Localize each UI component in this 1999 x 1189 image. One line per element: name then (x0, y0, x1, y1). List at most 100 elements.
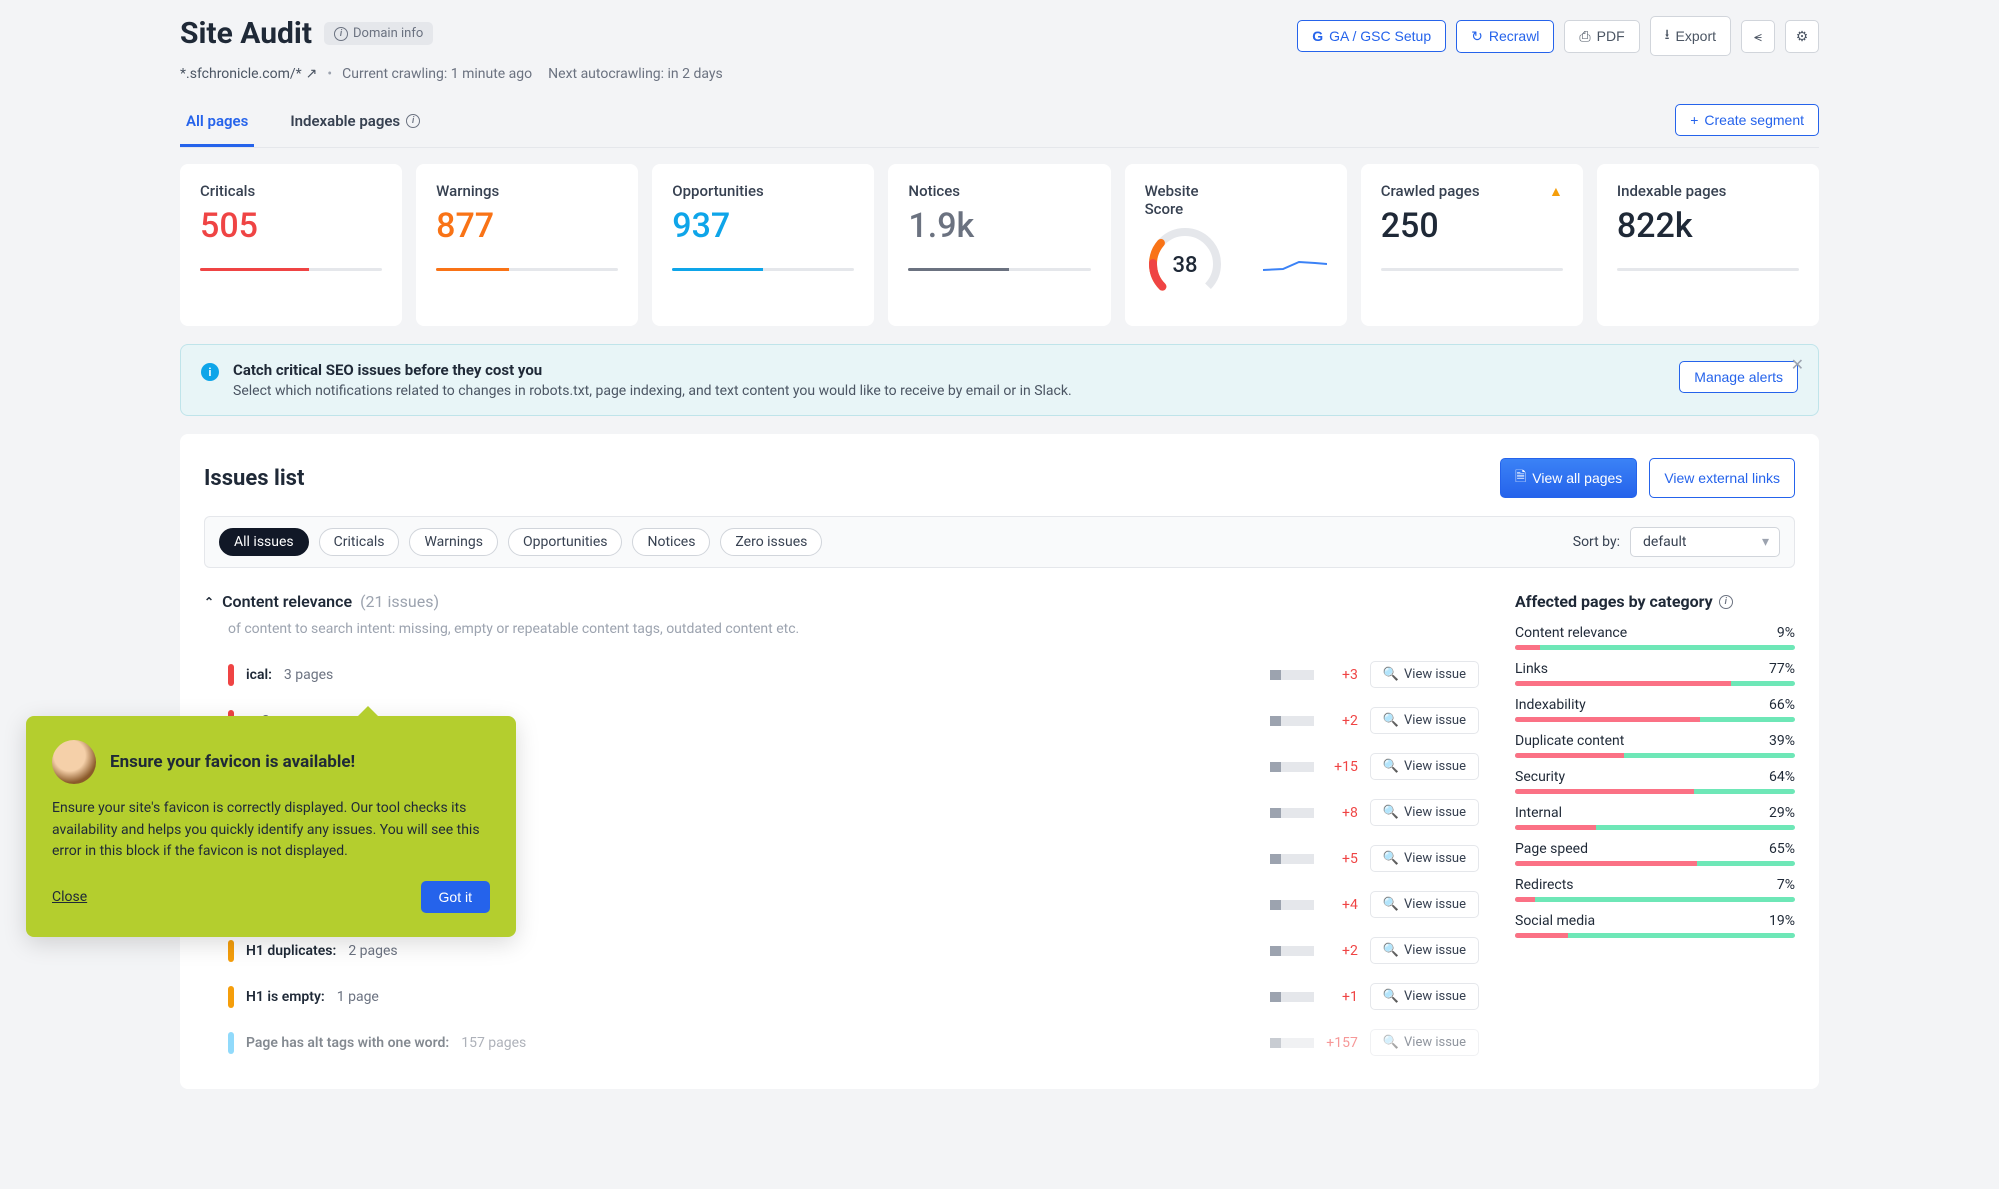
export-button[interactable]: ⭳ Export (1650, 16, 1731, 56)
filter-pill-opportunities[interactable]: Opportunities (508, 528, 623, 556)
category-name: Page speed (1515, 841, 1588, 857)
view-all-pages-button[interactable]: 🗎 View all pages (1500, 458, 1637, 498)
alert-description: Select which notifications related to ch… (233, 383, 1072, 399)
issue-delta: +2 (1326, 943, 1358, 959)
category-row[interactable]: Page speed 65% (1515, 841, 1795, 866)
issue-name: Page has alt tags with one word: (246, 1035, 449, 1051)
filter-pill-criticals[interactable]: Criticals (319, 528, 400, 556)
stat-website-score[interactable]: Website Score 38 (1125, 164, 1347, 326)
category-name: Social media (1515, 913, 1595, 929)
issue-delta: +2 (1326, 713, 1358, 729)
plus-icon: + (1690, 112, 1698, 128)
severity-indicator (228, 986, 234, 1008)
tab-indexable-pages[interactable]: Indexable pages i (284, 100, 426, 147)
filter-pill-zero-issues[interactable]: Zero issues (720, 528, 822, 556)
affected-pages-title: Affected pages by category i (1515, 592, 1795, 611)
info-icon: i (201, 363, 219, 381)
view-issue-button[interactable]: 🔍View issue (1370, 799, 1479, 826)
severity-indicator (228, 940, 234, 962)
view-issue-button[interactable]: 🔍View issue (1370, 1029, 1479, 1056)
issue-delta: +157 (1326, 1035, 1358, 1051)
stat-opportunities[interactable]: Opportunities 937 (652, 164, 874, 326)
category-row[interactable]: Social media19% (1515, 913, 1795, 938)
stat-indexable-pages[interactable]: Indexable pages 822k (1597, 164, 1819, 326)
category-percent: 7% (1777, 877, 1795, 893)
share-button[interactable]: ⪪ (1741, 20, 1775, 53)
search-icon: 🔍 (1383, 897, 1399, 912)
recrawl-button[interactable]: ↻ Recrawl (1456, 20, 1554, 53)
category-name: Duplicate content (1515, 733, 1624, 749)
view-issue-button[interactable]: 🔍View issue (1370, 753, 1479, 780)
separator-dot: • (327, 66, 332, 82)
sort-select[interactable]: default (1630, 527, 1780, 557)
stat-criticals[interactable]: Criticals 505 (180, 164, 402, 326)
score-gauge: 38 (1145, 224, 1225, 304)
manage-alerts-button[interactable]: Manage alerts (1679, 361, 1798, 393)
close-icon[interactable]: ✕ (1791, 355, 1804, 374)
chevron-up-icon: ⌃ (204, 595, 214, 609)
category-name: Internal (1515, 805, 1562, 821)
issue-delta: +1 (1326, 989, 1358, 1005)
view-issue-button[interactable]: 🔍View issue (1370, 707, 1479, 734)
category-bar (1515, 681, 1795, 686)
filter-pill-all-issues[interactable]: All issues (219, 528, 309, 556)
filter-pill-notices[interactable]: Notices (632, 528, 710, 556)
view-issue-button[interactable]: 🔍View issue (1370, 891, 1479, 918)
external-link-icon: ↗ (306, 66, 318, 82)
sort-label: Sort by: (1573, 534, 1620, 550)
category-percent: 9% (1777, 625, 1795, 641)
favicon-tooltip: Ensure your favicon is available! Ensure… (26, 716, 516, 937)
category-row[interactable]: Security 64% (1515, 769, 1795, 794)
view-external-links-button[interactable]: View external links (1649, 458, 1795, 498)
category-bar (1515, 753, 1795, 758)
issue-pages: 3 pages (284, 667, 333, 683)
category-name: Redirects (1515, 877, 1574, 893)
category-row[interactable]: Indexability66% (1515, 697, 1795, 722)
category-row[interactable]: Content relevance9% (1515, 625, 1795, 650)
issues-list-title: Issues list (204, 466, 304, 491)
category-percent: 77% (1769, 661, 1795, 677)
tooltip-gotit-button[interactable]: Got it (421, 881, 490, 913)
stat-crawled-pages[interactable]: Crawled pages▲ 250 (1361, 164, 1583, 326)
category-row[interactable]: Internal29% (1515, 805, 1795, 830)
tab-all-pages[interactable]: All pages (180, 100, 254, 147)
stat-notices[interactable]: Notices 1.9k (888, 164, 1110, 326)
category-row[interactable]: Links 77% (1515, 661, 1795, 686)
issue-delta: +4 (1326, 897, 1358, 913)
category-name: Security (1515, 769, 1565, 785)
settings-button[interactable]: ⚙ (1785, 20, 1819, 53)
category-row[interactable]: Duplicate content39% (1515, 733, 1795, 758)
group-description: of content to search intent: missing, em… (228, 621, 1479, 637)
ga-gsc-setup-button[interactable]: G GA / GSC Setup (1297, 20, 1446, 52)
info-icon: i (334, 27, 348, 41)
stat-warnings[interactable]: Warnings 877 (416, 164, 638, 326)
search-icon: 🔍 (1383, 759, 1399, 774)
category-name: Links (1515, 661, 1548, 677)
category-bar (1515, 789, 1795, 794)
tooltip-close-link[interactable]: Close (52, 889, 87, 905)
download-icon: ⭳ (1665, 24, 1670, 48)
issue-pages: 157 pages (461, 1035, 526, 1051)
category-percent: 66% (1769, 697, 1795, 713)
filter-pill-warnings[interactable]: Warnings (409, 528, 498, 556)
view-issue-button[interactable]: 🔍View issue (1370, 983, 1479, 1010)
domain-info-badge[interactable]: i Domain info (324, 22, 433, 45)
issue-group-header[interactable]: ⌃ Content relevance (21 issues) (204, 592, 1479, 611)
view-issue-button[interactable]: 🔍View issue (1370, 661, 1479, 688)
category-row[interactable]: Redirects 7% (1515, 877, 1795, 902)
domain-link[interactable]: *.sfchronicle.com/* ↗ (180, 66, 317, 82)
category-percent: 64% (1769, 769, 1795, 785)
issue-bar (1270, 670, 1314, 680)
pdf-icon: ⎙ (1579, 28, 1590, 45)
avatar (52, 740, 96, 784)
create-segment-button[interactable]: + Create segment (1675, 104, 1819, 136)
issue-bar (1270, 854, 1314, 864)
view-issue-button[interactable]: 🔍View issue (1370, 845, 1479, 872)
category-percent: 65% (1769, 841, 1795, 857)
issue-pages: 1 page (337, 989, 379, 1005)
score-sparkline (1263, 256, 1327, 276)
issue-bar (1270, 992, 1314, 1002)
pdf-button[interactable]: ⎙ PDF (1564, 20, 1639, 53)
warning-icon: ▲ (1549, 183, 1563, 200)
view-issue-button[interactable]: 🔍View issue (1370, 937, 1479, 964)
